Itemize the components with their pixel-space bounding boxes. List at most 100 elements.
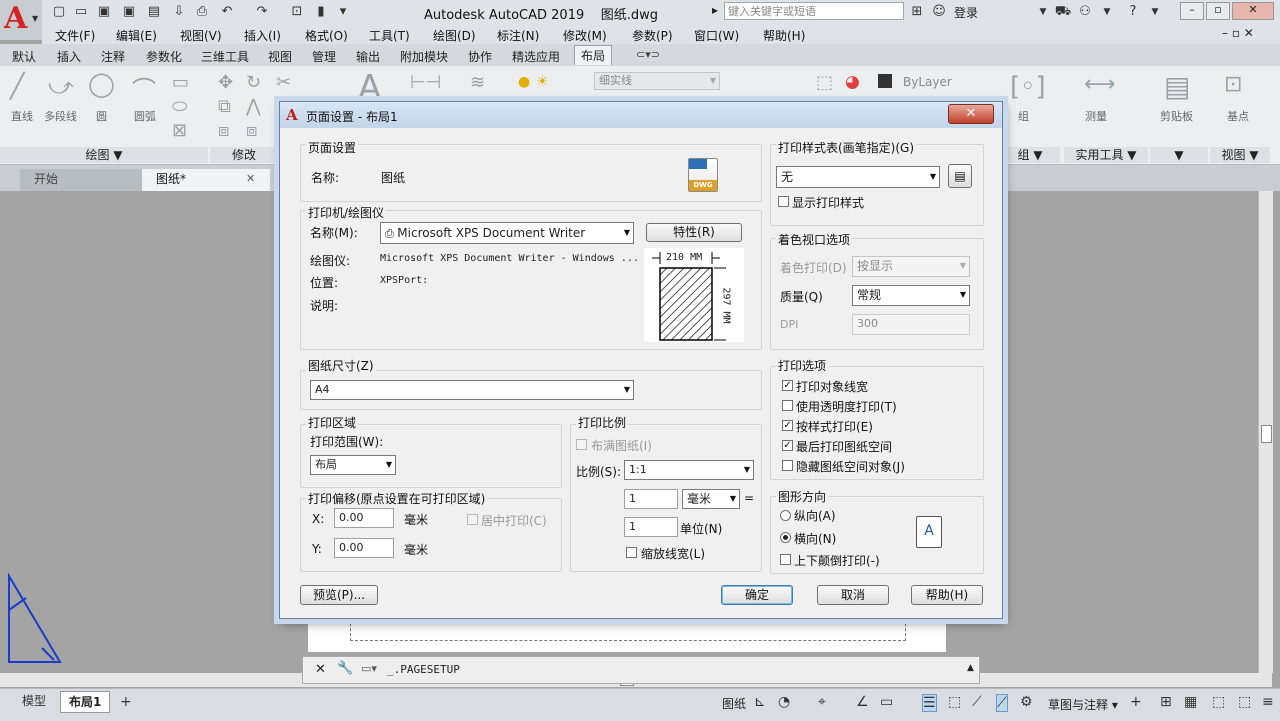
angle-icon[interactable]: ∠ [856, 694, 869, 710]
hatch-icon[interactable]: ⬭ [172, 96, 187, 117]
tab-3d-tools[interactable]: 三维工具 [201, 48, 249, 65]
vertical-scrollbar[interactable] [1258, 191, 1273, 673]
panel-draw-title[interactable]: 绘图 ▼ [0, 147, 208, 163]
chevron-down-icon[interactable]: ▼ [1098, 3, 1116, 21]
login-button[interactable]: 登录 [954, 4, 978, 21]
open-icon[interactable]: ▭ [72, 3, 90, 21]
scale-numerator-input[interactable]: 1 [624, 489, 678, 509]
sun-icon[interactable]: ☀ [536, 74, 549, 90]
paper-size-select[interactable]: A4 ▼ [310, 380, 634, 400]
cancel-button[interactable]: 取消 [817, 585, 889, 605]
scale-icon[interactable]: ⧈ [246, 120, 257, 141]
fit-to-paper-checkbox[interactable] [576, 439, 587, 450]
isolate-icon[interactable]: ⊞ [1160, 694, 1172, 710]
snap-icon[interactable]: ⊾ [754, 694, 766, 710]
menu-file[interactable]: 文件(F) [55, 27, 95, 44]
scale-denominator-input[interactable]: 1 [624, 517, 678, 537]
plot-option-checkbox[interactable]: ✓ [782, 420, 793, 431]
tool-base[interactable]: 基点 [1227, 108, 1249, 124]
scale-unit-select[interactable]: 毫米 ▼ [682, 489, 740, 509]
color-wheel-icon[interactable]: ◕ [845, 72, 860, 92]
scale-icon[interactable]: ⚙ [1020, 694, 1033, 710]
dimension-icon[interactable]: ⊢⊣ [410, 72, 441, 93]
doc-tab-start[interactable]: 开始 [20, 169, 144, 191]
fullscreen-icon[interactable]: ⬚ [1238, 694, 1251, 710]
scale-select[interactable]: 1:1 ▼ [624, 460, 754, 480]
menu-help[interactable]: 帮助(H) [763, 27, 805, 44]
edit-plot-style-button[interactable]: ▤ [948, 164, 972, 188]
mirror-icon[interactable]: ⋀ [246, 96, 261, 117]
line-icon[interactable]: ╱ [10, 72, 24, 100]
binoculars-icon[interactable]: ⊞ [908, 3, 926, 21]
rotate-icon[interactable]: ↻ [246, 72, 261, 93]
close-tab-icon[interactable]: ✕ [246, 172, 255, 185]
dialog-title-bar[interactable]: A 页面设置 - 布局1 [280, 102, 1002, 128]
color-swatch-icon[interactable] [878, 74, 892, 88]
osnap-icon[interactable]: ⌖ [818, 694, 826, 710]
lightbulb-icon[interactable]: ● [518, 74, 530, 90]
boundary-icon[interactable]: ⊠ [172, 120, 187, 141]
dpi-input[interactable]: 300 [852, 314, 970, 335]
panel-view-title[interactable]: 视图 ▼ [1210, 147, 1270, 163]
upside-down-checkbox[interactable] [780, 554, 791, 565]
panel-clipboard-title[interactable]: ▼ [1150, 147, 1208, 163]
plot-range-select[interactable]: 布局 ▼ [310, 455, 396, 475]
maximize-button[interactable]: ▫ [1206, 2, 1230, 20]
circle-icon[interactable]: ◯ [88, 70, 115, 98]
close-command-icon[interactable]: ✕ [315, 662, 326, 677]
offset-x-input[interactable]: 0.00 [334, 508, 394, 528]
menu-insert[interactable]: 插入(I) [244, 27, 281, 44]
ok-button[interactable]: 确定 [721, 585, 793, 605]
tool-group[interactable]: 组 [1018, 108, 1029, 124]
move-icon[interactable]: ✥ [218, 72, 233, 93]
menu-edit[interactable]: 编辑(E) [116, 27, 157, 44]
match-properties-icon[interactable]: ⬚ [816, 72, 833, 93]
tool-measure[interactable]: 测量 [1085, 108, 1107, 124]
tab-default[interactable]: 默认 [12, 48, 36, 65]
chevron-up-icon[interactable]: ▲ [967, 663, 974, 673]
tab-model[interactable]: 模型 [14, 691, 54, 711]
search-input[interactable]: 键入关键字或短语 [724, 2, 904, 20]
printer-name-select[interactable]: ⎙ Microsoft XPS Document Writer ▼ [380, 222, 634, 244]
tab-collaborate[interactable]: 协作 [468, 48, 492, 65]
panel-utilities-title[interactable]: 实用工具 ▼ [1064, 147, 1148, 163]
tab-layout1[interactable]: 布局1 [60, 691, 111, 713]
viewport-icon[interactable]: ▭ [880, 694, 893, 710]
wrench-icon[interactable]: 🔧 [337, 661, 353, 676]
printer-properties-button[interactable]: 特性(R) [646, 223, 742, 242]
trim-icon[interactable]: ✂ [276, 72, 291, 93]
tab-addins[interactable]: 附加模块 [400, 48, 448, 65]
menu-icon[interactable]: ≡ [1262, 694, 1274, 710]
panel-group-title[interactable]: 组 ▼ [1000, 147, 1060, 163]
menu-format[interactable]: 格式(O) [305, 27, 348, 44]
dialog-close-button[interactable]: ✕ [948, 104, 994, 124]
menu-modify[interactable]: 修改(M) [563, 27, 607, 44]
save-as-icon[interactable]: ▣ [120, 3, 138, 21]
arc-icon[interactable]: ⌒ [132, 70, 156, 105]
tab-view[interactable]: 视图 [268, 48, 292, 65]
fullscreen-icon[interactable]: ⬚ [1212, 694, 1225, 710]
menu-tools[interactable]: 工具(T) [369, 27, 410, 44]
user-icon[interactable]: ☺ [930, 3, 948, 21]
tab-output[interactable]: 输出 [356, 48, 380, 65]
layer-properties-icon[interactable]: ≋ [470, 72, 485, 93]
panel-modify-title[interactable]: 修改 [210, 147, 278, 163]
measure-tool-icon[interactable]: ⟷ [1084, 72, 1116, 97]
tool-polyline[interactable]: 多段线 [44, 108, 77, 124]
linetype-combo[interactable]: 细实线 ▼ [594, 72, 720, 90]
shade-plot-select[interactable]: 按显示 ▼ [852, 256, 970, 277]
portrait-radio[interactable] [780, 510, 791, 521]
lineweight-icon[interactable]: ☰ [922, 694, 937, 712]
tool-arc[interactable]: 圆弧 [134, 108, 156, 124]
plus-icon[interactable]: + [1130, 694, 1142, 710]
quality-select[interactable]: 常规 ▼ [852, 285, 970, 306]
help-button[interactable]: 帮助(H) [911, 585, 983, 605]
menu-draw[interactable]: 绘图(D) [433, 27, 476, 44]
prompt-icon[interactable]: ▭▾ [361, 662, 377, 675]
close-button[interactable]: ✕ [1232, 2, 1274, 20]
selection-icon[interactable]: ⬚ [948, 694, 961, 710]
application-menu-button[interactable]: A ▼ [0, 0, 42, 40]
scale-lineweights-checkbox[interactable] [626, 547, 637, 558]
panel-clipboard[interactable]: 剪贴板 [1160, 108, 1193, 124]
menu-window[interactable]: 窗口(W) [694, 27, 739, 44]
